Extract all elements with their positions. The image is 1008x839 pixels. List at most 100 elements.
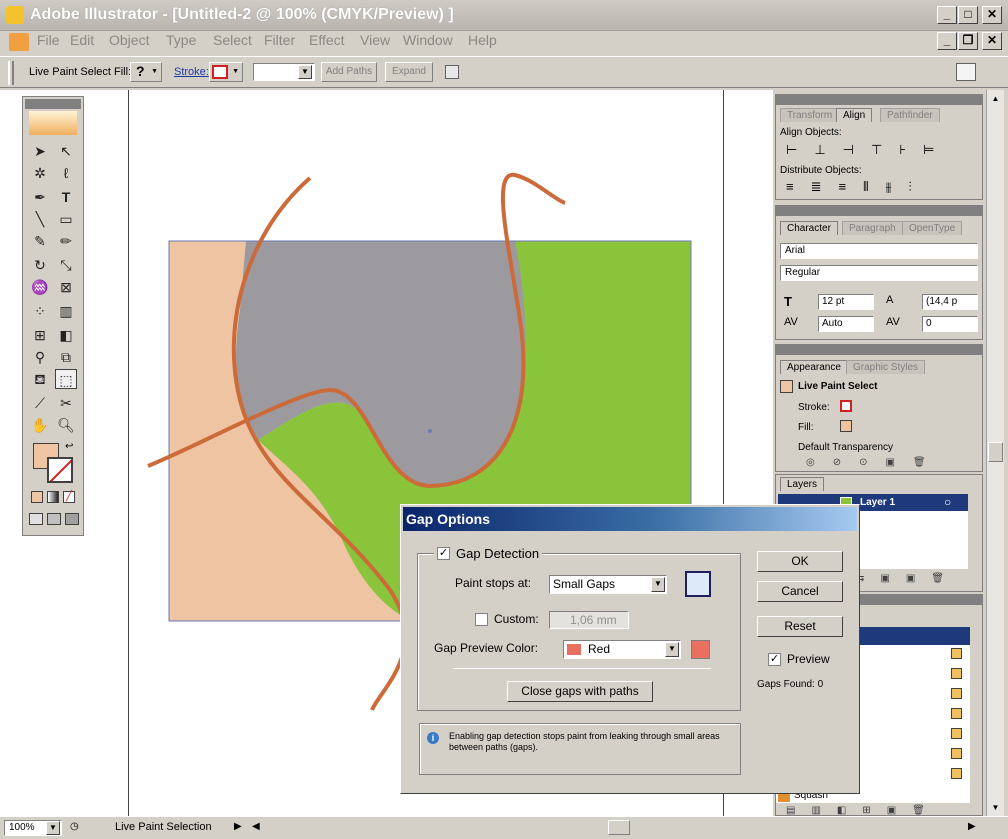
horizontal-scroll-thumb[interactable] <box>608 820 630 835</box>
custom-checkbox[interactable] <box>475 613 488 626</box>
gap-color-select[interactable]: Red ▼ <box>563 640 681 659</box>
align-buttons-icon[interactable]: ⊢⊥⊣⊤⊦⊨ <box>786 142 951 158</box>
font-size-field[interactable]: 12 pt <box>818 294 874 310</box>
free-transform-tool-icon[interactable]: ⊠ <box>55 277 77 297</box>
font-style-select[interactable]: Regular <box>780 265 978 281</box>
menu-filter[interactable]: Filter <box>264 32 295 48</box>
palette-icon[interactable] <box>956 63 976 81</box>
live-paint-selection-tool-icon[interactable]: ⬚ <box>55 369 77 389</box>
rotate-tool-icon[interactable]: ↻ <box>29 255 51 275</box>
tracking-field[interactable]: 0 <box>922 316 978 332</box>
maximize-button[interactable]: □ <box>958 6 978 24</box>
gap-color-swatch[interactable] <box>691 640 710 659</box>
custom-gap-field[interactable]: 1,06 mm <box>549 611 629 629</box>
rectangle-tool-icon[interactable]: ▭ <box>55 209 77 229</box>
direct-selection-tool-icon[interactable]: ↖ <box>55 141 77 161</box>
vertical-scrollbar[interactable]: ▲ ▼ <box>986 90 1004 816</box>
color-mode-icon[interactable] <box>31 491 43 503</box>
chevron-down-icon[interactable]: ▼ <box>651 577 665 592</box>
stroke-weight-dropdown[interactable]: ▼ <box>298 65 312 79</box>
target-icon[interactable]: ○ <box>944 495 951 509</box>
status-menu-icon[interactable]: ▶ <box>234 821 242 832</box>
zoom-dropdown[interactable]: ▼ <box>46 821 60 835</box>
magic-wand-tool-icon[interactable]: ✲ <box>29 163 51 183</box>
reset-button[interactable]: Reset <box>757 616 843 637</box>
tab-align[interactable]: Align <box>836 108 873 122</box>
line-tool-icon[interactable]: ╲ <box>29 209 51 229</box>
standard-screen-mode-icon[interactable] <box>29 513 43 525</box>
font-family-select[interactable]: Arial <box>780 243 978 259</box>
hand-tool-icon[interactable]: ✋ <box>29 415 51 435</box>
list-footer-icons[interactable]: ▤▥◧⊞▣🗑︎ <box>786 805 941 816</box>
scroll-up-icon[interactable]: ▲ <box>987 90 1004 107</box>
gradient-mode-icon[interactable] <box>47 491 59 503</box>
document-icon[interactable] <box>9 33 29 51</box>
warp-tool-icon[interactable]: ♒ <box>29 277 51 297</box>
menu-window[interactable]: Window <box>403 32 453 48</box>
eyedropper-tool-icon[interactable]: ⚲ <box>29 347 51 367</box>
gap-detection-checkbox[interactable]: ✓ <box>437 546 450 560</box>
add-paths-button[interactable]: Add Paths <box>321 62 377 82</box>
tab-graphic-styles[interactable]: Graphic Styles <box>846 360 926 374</box>
appearance-panel-titlebar[interactable] <box>776 345 982 355</box>
symbol-sprayer-tool-icon[interactable]: ⁘ <box>29 301 51 321</box>
layers-footer-icons[interactable]: ⇆▣▣🗑︎ <box>856 573 960 584</box>
lasso-tool-icon[interactable]: ℓ <box>55 163 77 183</box>
fill-swatch[interactable]: ? ▼ <box>130 62 162 82</box>
pen-tool-icon[interactable]: ✒ <box>29 187 51 207</box>
expand-button[interactable]: Expand <box>385 62 433 82</box>
menu-type[interactable]: Type <box>166 32 196 48</box>
doc-restore-button[interactable]: ❐ <box>958 32 978 50</box>
stroke-color-swatch[interactable] <box>47 457 73 483</box>
tab-appearance[interactable]: Appearance <box>780 360 848 374</box>
full-screen-menu-mode-icon[interactable] <box>47 513 61 525</box>
paintbrush-tool-icon[interactable]: ✎ <box>29 231 51 251</box>
none-mode-icon[interactable]: ╱ <box>63 491 75 503</box>
doc-minimize-button[interactable]: _ <box>937 32 957 50</box>
doc-close-button[interactable]: ✕ <box>982 32 1002 50</box>
kerning-field[interactable]: Auto <box>818 316 874 332</box>
close-gaps-button[interactable]: Close gaps with paths <box>507 681 653 702</box>
tab-pathfinder[interactable]: Pathfinder <box>880 108 940 122</box>
scroll-right-icon[interactable]: ▶ <box>968 821 976 832</box>
zoom-tool-icon[interactable]: 🔍︎ <box>55 415 77 435</box>
artboard-navigator-icon[interactable]: ◷ <box>70 821 79 832</box>
ok-button[interactable]: OK <box>757 551 843 572</box>
menu-help[interactable]: Help <box>468 32 497 48</box>
scroll-down-icon[interactable]: ▼ <box>987 799 1004 816</box>
menu-file[interactable]: File <box>37 32 60 48</box>
scroll-thumb[interactable] <box>988 442 1003 462</box>
type-tool-icon[interactable]: T <box>55 187 77 207</box>
tab-transform[interactable]: Transform <box>780 108 840 122</box>
live-paint-bucket-tool-icon[interactable]: ⛾ <box>29 369 51 389</box>
stroke-label[interactable]: Stroke: <box>174 66 209 78</box>
cancel-button[interactable]: Cancel <box>757 581 843 602</box>
toolbox-titlebar[interactable] <box>25 99 81 109</box>
appearance-fill-swatch[interactable] <box>840 420 852 432</box>
appearance-stroke-swatch[interactable] <box>840 400 852 412</box>
gap-options-icon[interactable] <box>445 65 459 79</box>
paint-stops-select[interactable]: Small Gaps ▼ <box>549 575 667 594</box>
menu-select[interactable]: Select <box>213 32 252 48</box>
minimize-button[interactable]: _ <box>937 6 957 24</box>
character-panel-titlebar[interactable] <box>776 206 982 216</box>
leading-field[interactable]: (14,4 p <box>922 294 978 310</box>
menu-edit[interactable]: Edit <box>70 32 94 48</box>
graph-tool-icon[interactable]: ▥ <box>55 301 77 321</box>
slice-tool-icon[interactable]: ⟋ <box>29 393 51 413</box>
preview-checkbox[interactable]: ✓ <box>768 653 781 666</box>
selection-tool-icon[interactable]: ➤ <box>29 141 51 161</box>
appearance-footer-icons[interactable]: ◎⊘⊙▣🗑︎ <box>806 457 944 468</box>
gradient-tool-icon[interactable]: ◧ <box>55 325 77 345</box>
mesh-tool-icon[interactable]: ⊞ <box>29 325 51 345</box>
menu-view[interactable]: View <box>360 32 390 48</box>
tab-paragraph[interactable]: Paragraph <box>842 221 903 235</box>
blend-tool-icon[interactable]: ⧉ <box>55 347 77 367</box>
swap-colors-icon[interactable]: ↩ <box>65 441 73 452</box>
tab-character[interactable]: Character <box>780 221 838 235</box>
full-screen-mode-icon[interactable] <box>65 513 79 525</box>
menu-object[interactable]: Object <box>109 32 149 48</box>
menu-effect[interactable]: Effect <box>309 32 345 48</box>
scroll-left-icon[interactable]: ◀ <box>252 821 260 832</box>
grip-handle[interactable] <box>8 61 14 85</box>
